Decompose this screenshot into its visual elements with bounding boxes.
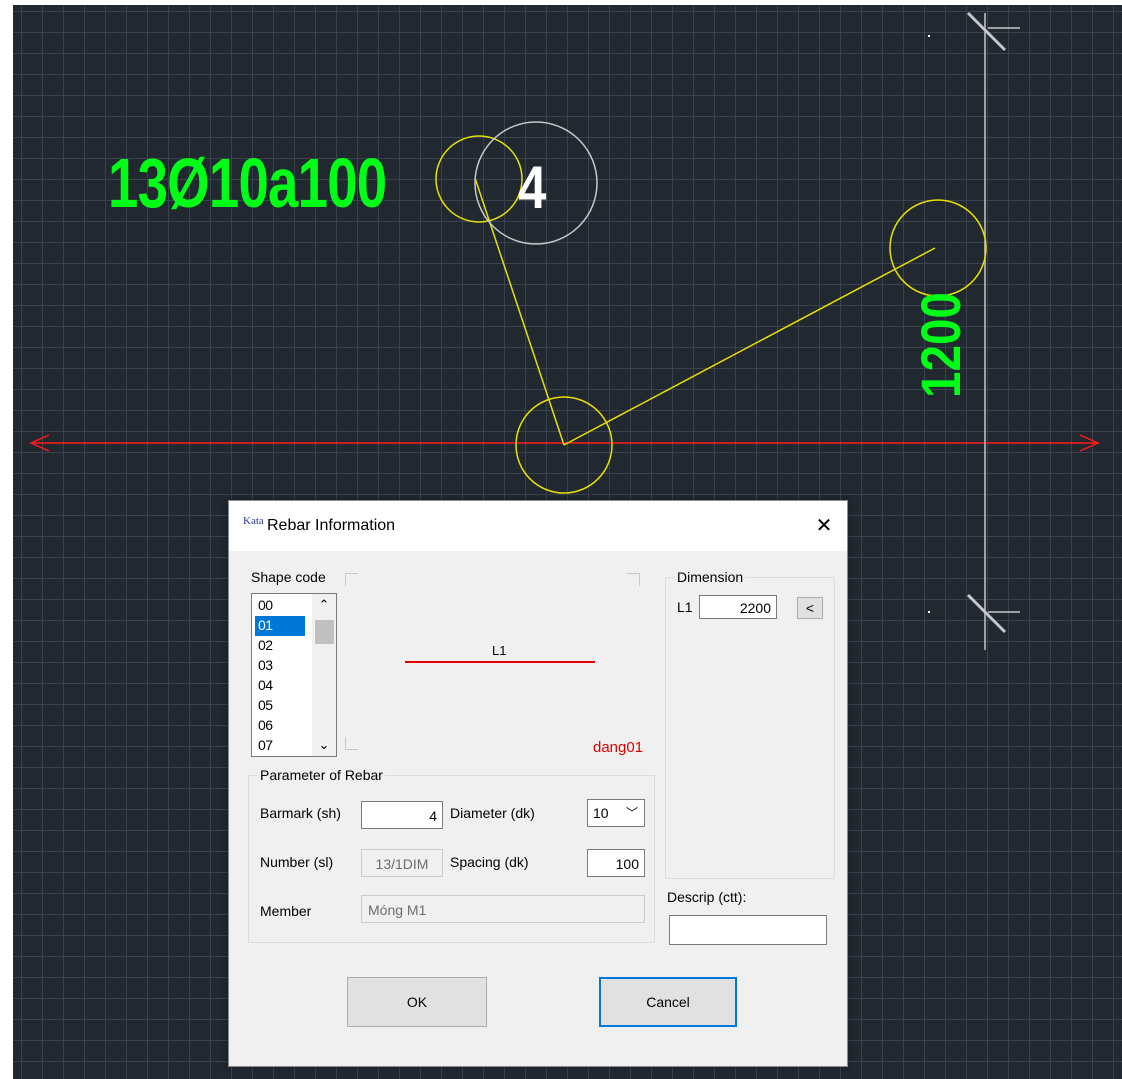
barmark-input[interactable]: 4	[361, 801, 443, 829]
shape-preview-line	[405, 661, 595, 663]
shape-preview-name: dang01	[593, 739, 644, 756]
ok-button[interactable]: OK	[347, 977, 487, 1027]
pick-length-button[interactable]: <	[797, 597, 823, 619]
shape-list-scrollbar[interactable]: ⌃ ⌄	[312, 594, 336, 756]
member-input: Móng M1	[361, 895, 645, 923]
shape-code-items: 00 01 02 03 04 05 06 07	[255, 596, 305, 756]
diameter-value: 10	[593, 805, 609, 821]
chevron-down-icon: ﹀	[625, 806, 638, 820]
l1-input[interactable]: 2200	[699, 595, 777, 619]
preview-corner-tl	[345, 573, 358, 586]
dimension-group-label: Dimension	[675, 569, 746, 585]
l1-label: L1	[677, 599, 693, 615]
preview-corner-tr	[627, 573, 640, 586]
diameter-select[interactable]: 10 ﹀	[587, 799, 645, 827]
dimension-group	[665, 577, 835, 879]
leader-line-right	[563, 247, 936, 446]
dialog-title: Rebar Information	[267, 517, 396, 534]
description-label: Descrip (ctt):	[667, 889, 747, 905]
number-input: 13/1DIM	[361, 849, 443, 877]
spacing-label: Spacing (dk)	[450, 854, 529, 870]
shape-code-item[interactable]: 03	[255, 656, 305, 676]
leader-circle-dimension	[889, 199, 987, 297]
shape-code-item[interactable]: 00	[255, 596, 305, 616]
close-icon: ✕	[815, 515, 833, 537]
number-label: Number (sl)	[260, 854, 334, 870]
cancel-button[interactable]: Cancel	[599, 977, 737, 1027]
scroll-thumb[interactable]	[315, 620, 334, 644]
preview-dimension-label: L1	[492, 643, 507, 658]
member-label: Member	[260, 903, 312, 919]
leader-circle-label	[435, 135, 523, 223]
shape-code-item[interactable]: 06	[255, 716, 305, 736]
dimension-tick-bottom	[966, 593, 1007, 634]
barmark-label: Barmark (sh)	[260, 805, 341, 821]
app-icon-text: Kata	[243, 515, 264, 527]
bar-mark-number: 4	[518, 154, 547, 221]
close-button[interactable]: ✕	[801, 501, 847, 551]
shape-code-item[interactable]: 04	[255, 676, 305, 696]
dialog-titlebar[interactable]: Kata Rebar Information ✕	[229, 501, 847, 551]
parameter-group-label: Parameter of Rebar	[258, 767, 385, 783]
preview-corner-bl	[345, 737, 358, 750]
shape-code-item[interactable]: 05	[255, 696, 305, 716]
shape-code-item[interactable]: 07	[255, 736, 305, 756]
description-input[interactable]	[669, 915, 827, 945]
dimension-tick-top	[966, 11, 1007, 52]
shape-code-item[interactable]: 02	[255, 636, 305, 656]
scroll-up-icon[interactable]: ⌃	[312, 596, 336, 614]
shape-code-label: Shape code	[251, 569, 326, 585]
shape-code-item[interactable]: 01	[255, 616, 305, 636]
rebar-label-text: 13Ø10a100	[108, 144, 387, 222]
diameter-label: Diameter (dk)	[450, 805, 535, 821]
scroll-down-icon[interactable]: ⌄	[312, 736, 336, 754]
app-icon: Kata	[243, 515, 264, 531]
dimension-text: 1200	[909, 292, 972, 398]
spacing-input[interactable]: 100	[587, 849, 645, 877]
rebar-information-dialog: Kata Rebar Information ✕ Shape code 00 01…	[228, 500, 848, 1067]
shape-code-list[interactable]: 00 01 02 03 04 05 06 07 ⌃ ⌄	[251, 593, 337, 757]
